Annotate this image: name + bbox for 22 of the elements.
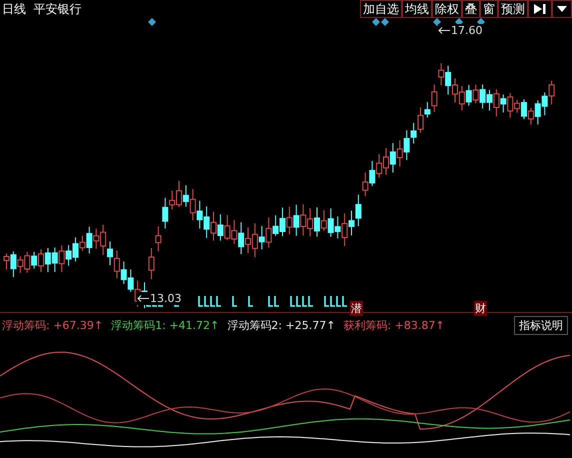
indicator-value: 浮动筹码1: +41.72↑ (111, 318, 220, 332)
toolbar-button[interactable]: 窗 (480, 0, 498, 18)
leader-arrow-icon (137, 295, 149, 302)
price-label: 17.60 (451, 24, 482, 37)
indicator-value: 浮动筹码: +67.39↑ (2, 318, 104, 332)
skip-to-end-icon (533, 3, 547, 15)
signal-tag: 潜 (350, 301, 363, 316)
indicator-value: 获利筹码: +83.87↑ (343, 318, 445, 332)
toolbar-button[interactable]: 除权 (432, 0, 462, 18)
skip-to-end-button[interactable] (528, 0, 552, 18)
indicator-help-button[interactable]: 指标说明 (514, 316, 568, 334)
price-label: 13.03 (150, 292, 182, 305)
signal-tag: 财 (474, 301, 487, 316)
toolbar-button[interactable]: 预测 (498, 0, 528, 18)
toolbar-button[interactable]: 叠 (462, 0, 480, 18)
dropdown-button[interactable] (552, 0, 572, 18)
indicator-value: 浮动筹码2: +25.77↑ (227, 318, 336, 332)
leader-arrow-icon (438, 27, 450, 34)
toolbar-button[interactable]: 均线 (402, 0, 432, 18)
caret-icon (557, 6, 567, 12)
chart-title: 日线 平安银行 (1, 0, 82, 18)
toolbar-button[interactable]: 加自选 (360, 0, 402, 18)
